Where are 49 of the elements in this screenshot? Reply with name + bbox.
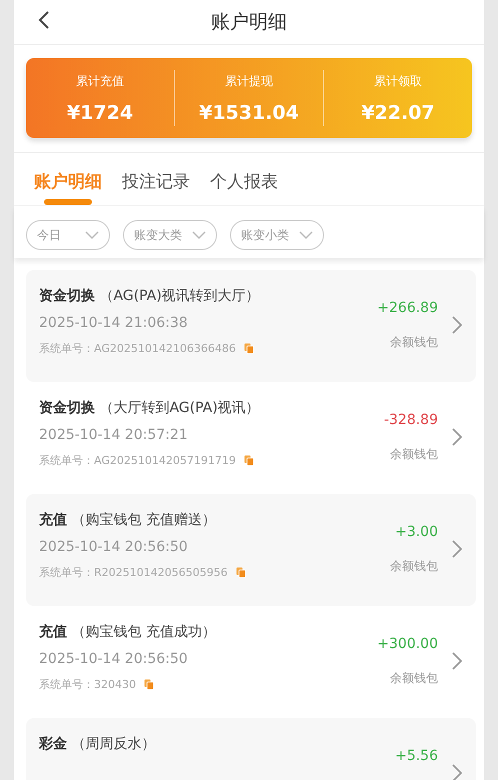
record-amount: +5.56 bbox=[395, 748, 438, 764]
record-time: 2025-10-14 21:06:38 bbox=[39, 315, 189, 331]
wallet-label: 余额钱包 bbox=[390, 670, 438, 687]
record-row[interactable]: 资金切换 （AG(PA)视讯转到大厅） 2025-10-14 21:06:38 系统单号：AG202510142106366486 +266.89 余额钱包 bbox=[26, 270, 476, 382]
summary-value: ¥1531.04 bbox=[199, 102, 299, 124]
wallet-label: 余额钱包 bbox=[390, 446, 438, 463]
chevron-icon bbox=[452, 428, 462, 446]
chevron-icon bbox=[452, 764, 462, 780]
record-amount: +266.89 bbox=[377, 300, 438, 316]
record-amount: +3.00 bbox=[395, 524, 438, 540]
summary-label: 累计充值 bbox=[76, 72, 124, 90]
wallet-label: 余额钱包 bbox=[390, 558, 438, 575]
record-time: 2025-10-14 20:57:21 bbox=[39, 427, 189, 443]
copy-icon[interactable] bbox=[144, 679, 154, 690]
summary-value: ¥1724 bbox=[66, 102, 134, 124]
record-title: 资金切换 （大厅转到AG(PA)视讯） bbox=[39, 399, 261, 417]
copy-icon[interactable] bbox=[236, 567, 246, 578]
caret-icon bbox=[192, 231, 206, 239]
summary-label: 累计领取 bbox=[374, 72, 422, 90]
chevron-icon bbox=[452, 540, 462, 558]
record-title: 彩金 （周周反水） bbox=[39, 735, 156, 753]
back-icon[interactable] bbox=[38, 10, 50, 30]
order-number: 系统单号：320430 bbox=[39, 677, 136, 692]
chevron-icon bbox=[452, 652, 462, 670]
record-row[interactable]: 充值 （购宝钱包 充值成功） 2025-10-14 20:56:50 系统单号：320430 +300.00 余额钱包 bbox=[26, 606, 476, 718]
summary-value: ¥22.07 bbox=[361, 102, 435, 124]
record-time: 2025-10-14 20:56:50 bbox=[39, 539, 189, 555]
tab[interactable]: 个人报表 bbox=[210, 171, 278, 205]
caret-icon bbox=[299, 231, 313, 239]
record-title: 充值 （购宝钱包 充值赠送） bbox=[39, 511, 217, 529]
order-number: 系统单号：AG202510142057191719 bbox=[39, 453, 236, 468]
summary-label: 累计提现 bbox=[225, 72, 273, 90]
order-number: 系统单号：AG202510142106366486 bbox=[39, 341, 236, 356]
record-amount: +300.00 bbox=[377, 636, 438, 652]
caret-icon bbox=[85, 231, 99, 239]
record-amount: -328.89 bbox=[384, 412, 438, 428]
record-row[interactable]: 资金切换 （大厅转到AG(PA)视讯） 2025-10-14 20:57:21 系统单号：AG202510142057191719 -328.89 余额钱包 bbox=[26, 382, 476, 494]
copy-icon[interactable] bbox=[244, 343, 254, 354]
record-title: 资金切换 （AG(PA)视讯转到大厅） bbox=[39, 287, 261, 305]
record-row[interactable]: 彩金 （周周反水） +5.56 bbox=[26, 718, 476, 780]
record-row[interactable]: 充值 （购宝钱包 充值赠送） 2025-10-14 20:56:50 系统单号：R202510142056505956 +3.00 余额钱包 bbox=[26, 494, 476, 606]
page-title: 账户明细 bbox=[211, 10, 287, 35]
record-time: 2025-10-14 20:56:50 bbox=[39, 651, 189, 667]
record-title: 充值 （购宝钱包 充值成功） bbox=[39, 623, 217, 641]
tab[interactable]: 投注记录 bbox=[122, 171, 190, 205]
chevron-icon bbox=[452, 316, 462, 334]
order-number: 系统单号：R202510142056505956 bbox=[39, 565, 228, 580]
wallet-label: 余额钱包 bbox=[390, 334, 438, 351]
copy-icon[interactable] bbox=[244, 455, 254, 466]
